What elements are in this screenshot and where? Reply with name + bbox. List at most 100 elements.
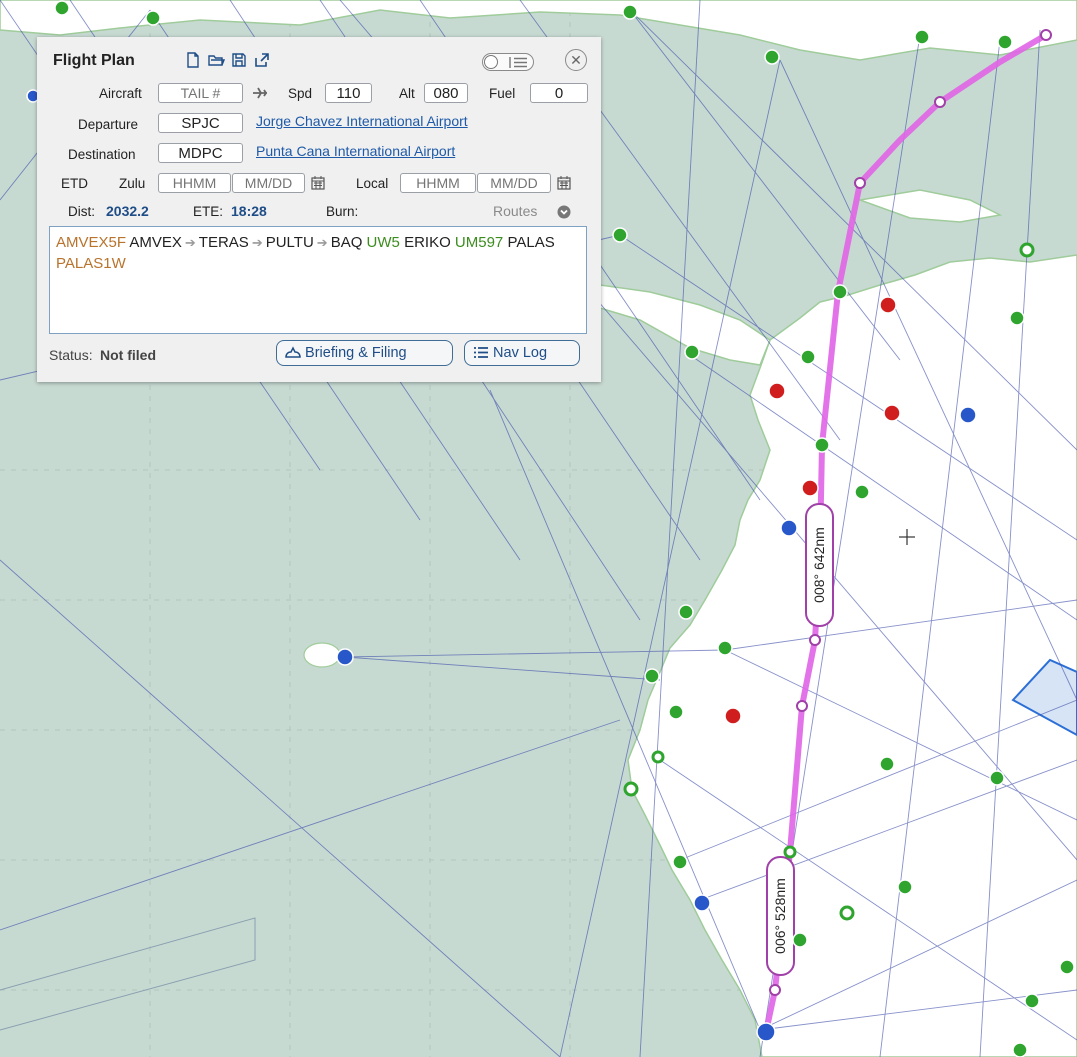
- airport-marker: [672, 854, 688, 870]
- leg-label-2: 006° 528nm: [766, 856, 795, 976]
- airport-marker: [959, 406, 977, 424]
- airport-marker: [997, 34, 1013, 50]
- waypoint-marker: [1040, 29, 1052, 41]
- aircraft-input[interactable]: [158, 83, 243, 103]
- airport-marker: [897, 879, 913, 895]
- airport-marker: [756, 1022, 776, 1042]
- route-fix: BAQ: [330, 234, 363, 251]
- galapagos-island: [303, 642, 341, 668]
- ete-value: 18:28: [231, 203, 267, 219]
- route-textarea[interactable]: AMVEX5F AMVEX ➔ TERAS ➔ PULTU ➔ BAQ UW5 ERIKO …: [49, 226, 587, 334]
- chevron-down-icon[interactable]: [557, 205, 571, 219]
- arrow-right-icon: ➔: [316, 235, 328, 250]
- route-airway: UW5: [366, 234, 400, 251]
- departure-label: Departure: [78, 117, 139, 132]
- airport-marker: [668, 704, 684, 720]
- destination-input[interactable]: MDPC: [158, 143, 243, 163]
- airport-marker: [883, 404, 901, 422]
- status-label: Status:: [49, 347, 93, 363]
- zulu-date-input[interactable]: [232, 173, 305, 193]
- airport-marker: [801, 479, 819, 497]
- airport-marker: [1019, 242, 1035, 258]
- airport-marker: [54, 0, 70, 16]
- airport-marker: [783, 845, 797, 859]
- airport-marker: [764, 49, 780, 65]
- departure-airport-link[interactable]: Jorge Chavez International Airport: [256, 113, 468, 129]
- departure-input[interactable]: SPJC: [158, 113, 243, 133]
- airplane-icon[interactable]: [252, 86, 268, 100]
- status-value: Not filed: [100, 347, 156, 363]
- panel-title: Flight Plan: [53, 52, 135, 69]
- list-icon: [509, 57, 527, 68]
- close-button[interactable]: ✕: [565, 49, 587, 71]
- airport-marker: [780, 519, 798, 537]
- leg-label-1: 008° 642nm: [805, 503, 834, 627]
- new-file-icon[interactable]: [184, 51, 202, 69]
- local-date-input[interactable]: [477, 173, 551, 193]
- airport-marker: [792, 932, 808, 948]
- airport-marker: [879, 756, 895, 772]
- airport-marker: [839, 905, 855, 921]
- speed-label: Spd: [288, 86, 313, 101]
- cloud-upload-icon: [285, 346, 301, 358]
- briefing-filing-button[interactable]: Briefing & Filing: [276, 340, 453, 366]
- route-arrival-procedure: PALAS1W: [56, 255, 126, 272]
- fuel-input[interactable]: 0: [530, 83, 588, 103]
- airport-marker: [989, 770, 1005, 786]
- distance-label: Dist:: [68, 204, 95, 219]
- zulu-label: Zulu: [119, 176, 146, 191]
- flight-plan-panel: Flight Plan ✕ Aircraft Spd 110 Alt 080 F…: [37, 37, 601, 382]
- nav-log-label: Nav Log: [493, 345, 548, 361]
- airport-marker: [651, 750, 665, 764]
- airport-marker: [724, 707, 742, 725]
- burn-label: Burn:: [326, 204, 359, 219]
- airport-marker: [854, 484, 870, 500]
- route-fix: TERAS: [198, 234, 249, 251]
- waypoint-marker: [769, 984, 781, 996]
- calendar-icon[interactable]: [557, 176, 571, 190]
- airport-marker: [622, 4, 638, 20]
- airport-marker: [145, 10, 161, 26]
- airport-marker: [612, 227, 628, 243]
- aircraft-label: Aircraft: [99, 86, 142, 101]
- briefing-filing-label: Briefing & Filing: [305, 345, 407, 361]
- calendar-icon[interactable]: [311, 176, 325, 190]
- route-fix: AMVEX: [129, 234, 182, 251]
- airport-marker: [1059, 959, 1075, 975]
- arrow-right-icon: ➔: [251, 235, 263, 250]
- zulu-time-input[interactable]: [158, 173, 231, 193]
- waypoint-marker: [809, 634, 821, 646]
- airport-marker: [914, 29, 930, 45]
- altitude-input[interactable]: 080: [424, 83, 468, 103]
- airport-marker: [717, 640, 733, 656]
- airport-marker: [768, 382, 786, 400]
- distance-value: 2032.2: [106, 203, 149, 219]
- airport-marker: [879, 296, 897, 314]
- open-folder-icon[interactable]: [207, 51, 225, 69]
- destination-airport-link[interactable]: Punta Cana International Airport: [256, 143, 455, 159]
- share-icon[interactable]: [253, 51, 271, 69]
- airport-marker: [814, 437, 830, 453]
- route-fix: PALAS: [507, 234, 555, 251]
- routes-label[interactable]: Routes: [493, 203, 537, 219]
- save-icon[interactable]: [230, 51, 248, 69]
- toggle-knob: [484, 55, 498, 69]
- etd-label: ETD: [61, 176, 88, 191]
- airport-marker: [684, 344, 700, 360]
- waypoint-marker: [854, 177, 866, 189]
- route-fix: ERIKO: [404, 234, 451, 251]
- airport-marker: [832, 284, 848, 300]
- airport-marker: [800, 349, 816, 365]
- airport-marker: [336, 648, 354, 666]
- close-icon: ✕: [570, 52, 582, 68]
- airport-marker: [644, 668, 660, 684]
- local-time-input[interactable]: [400, 173, 476, 193]
- local-label: Local: [356, 176, 389, 191]
- route-airway: UM597: [454, 234, 504, 251]
- airport-marker: [1012, 1042, 1028, 1057]
- settings-toggle[interactable]: [482, 53, 534, 71]
- airport-marker: [693, 894, 711, 912]
- leg-label-2-text: 006° 528nm: [772, 878, 788, 954]
- nav-log-button[interactable]: Nav Log: [464, 340, 580, 366]
- speed-input[interactable]: 110: [325, 83, 372, 103]
